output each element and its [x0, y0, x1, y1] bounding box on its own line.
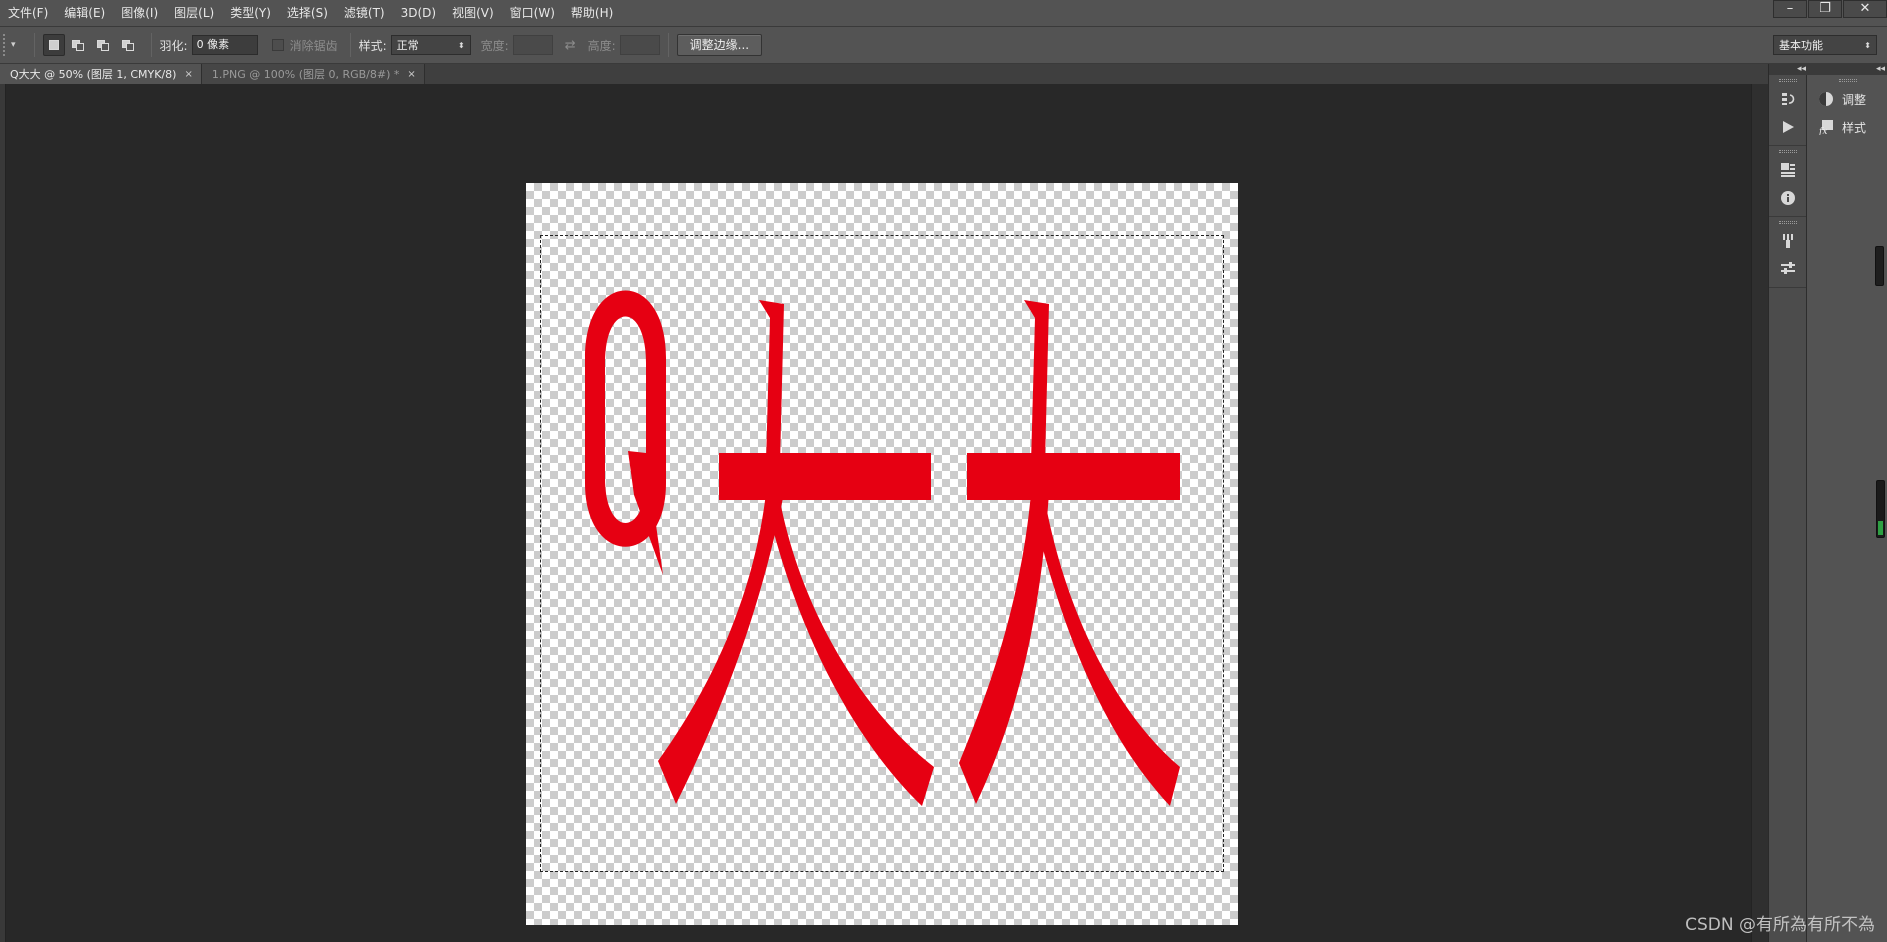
icon-group-tools: [1769, 217, 1806, 288]
marquee-selection[interactable]: [540, 235, 1224, 872]
properties-button[interactable]: [1769, 156, 1807, 184]
menu-file[interactable]: 文件(F): [0, 0, 56, 27]
antialias-label: 消除锯齿: [289, 38, 338, 53]
panel-dock: ◂◂ ◂◂ 调整 fx 样式: [1768, 64, 1887, 942]
subtract-selection-icon: [97, 39, 110, 51]
new-selection-icon: [48, 40, 59, 50]
svg-text:fx: fx: [1818, 127, 1827, 135]
dock-header: ◂◂ ◂◂: [1769, 64, 1887, 75]
menu-image[interactable]: 图像(I): [113, 0, 166, 27]
menu-items: 文件(F) 编辑(E) 图像(I) 图层(L) 类型(Y) 选择(S) 滤镜(T…: [0, 0, 621, 27]
style-label: 样式:: [358, 38, 387, 53]
menu-filter[interactable]: 滤镜(T): [336, 0, 393, 27]
floating-panel-tab[interactable]: [1875, 246, 1884, 286]
panel-adjustments[interactable]: 调整: [1808, 85, 1887, 113]
tab-close-icon[interactable]: ×: [184, 69, 192, 80]
add-selection-icon: [72, 39, 85, 51]
menu-3d[interactable]: 3D(D): [393, 0, 444, 27]
icon-group-history: [1769, 75, 1806, 146]
style-select-value: 正常: [396, 39, 419, 52]
tool-presets-icon: [1781, 262, 1795, 274]
feather-input[interactable]: 0 像素: [191, 35, 258, 55]
watermark-text: CSDN @有所為有所不為: [1685, 915, 1875, 935]
width-label: 宽度:: [480, 38, 509, 53]
select-arrows-icon: ⬍: [457, 40, 465, 50]
tab-q-document[interactable]: Q大大 @ 50% (图层 1, CMYK/8) ×: [0, 64, 202, 84]
menu-view[interactable]: 视图(V): [444, 0, 502, 27]
close-button[interactable]: ✕: [1843, 0, 1887, 18]
workspace-select[interactable]: 基本功能 ⬍: [1773, 35, 1877, 55]
meter-fill: [1878, 521, 1883, 535]
refine-edge-button[interactable]: 调整边缘...: [676, 34, 763, 56]
history-icon: [1782, 93, 1795, 105]
divider: [667, 33, 669, 57]
panel-styles[interactable]: fx 样式: [1808, 113, 1887, 141]
menu-type[interactable]: 类型(Y): [222, 0, 279, 27]
actions-button[interactable]: [1769, 113, 1807, 141]
swap-width-height-icon[interactable]: ⇄: [565, 38, 576, 53]
intersect-selection-button[interactable]: [118, 34, 140, 56]
tab-label: Q大大 @ 50% (图层 1, CMYK/8): [10, 68, 177, 81]
history-button[interactable]: [1769, 85, 1807, 113]
workspace-select-value: 基本功能: [1779, 39, 1823, 52]
panel-styles-label: 样式: [1842, 120, 1867, 135]
divider: [150, 33, 152, 57]
adjustments-icon: [1819, 92, 1833, 106]
tool-preset-chevron-down-icon[interactable]: ▾: [11, 40, 16, 50]
tab-label: 1.PNG @ 100% (图层 0, RGB/8#) *: [211, 68, 400, 81]
document-tab-bar: Q大大 @ 50% (图层 1, CMYK/8) × 1.PNG @ 100% …: [0, 64, 1768, 84]
panel-icon-column: [1769, 75, 1807, 942]
options-bar: ▾ 羽化: 0 像素 消除锯齿 样式: 正常 ⬍ 宽度: ⇄ 高度: 调整边缘.…: [0, 27, 1887, 64]
options-bar-grip[interactable]: [3, 34, 9, 56]
group-grip[interactable]: [1778, 221, 1797, 224]
antialias-checkbox[interactable]: [271, 39, 284, 51]
restore-button[interactable]: ❐: [1808, 0, 1842, 18]
height-input[interactable]: [619, 35, 660, 55]
new-selection-button[interactable]: [42, 34, 65, 56]
canvas-workspace[interactable]: [6, 84, 1751, 942]
menu-help[interactable]: 帮助(H): [563, 0, 621, 27]
menu-bar: 文件(F) 编辑(E) 图像(I) 图层(L) 类型(Y) 选择(S) 滤镜(T…: [0, 0, 1887, 27]
menu-layer[interactable]: 图层(L): [166, 0, 222, 27]
menu-edit[interactable]: 编辑(E): [56, 0, 113, 27]
feather-label: 羽化:: [159, 38, 188, 53]
status-meter: [1876, 480, 1885, 538]
style-select[interactable]: 正常 ⬍: [390, 35, 471, 55]
menu-select[interactable]: 选择(S): [279, 0, 336, 27]
group-grip[interactable]: [1839, 79, 1857, 82]
info-button[interactable]: [1769, 184, 1807, 212]
menu-window[interactable]: 窗口(W): [502, 0, 563, 27]
tab-close-icon[interactable]: ×: [407, 69, 415, 80]
collapse-panels-icon[interactable]: ◂◂: [1876, 64, 1885, 75]
add-to-selection-button[interactable]: [68, 34, 90, 56]
tab-png-document[interactable]: 1.PNG @ 100% (图层 0, RGB/8#) * ×: [201, 64, 425, 84]
info-icon: [1781, 191, 1795, 205]
select-arrows-icon: ⬍: [1864, 40, 1871, 50]
styles-icon: fx: [1818, 120, 1833, 135]
group-grip[interactable]: [1778, 150, 1797, 153]
document-canvas[interactable]: [526, 183, 1238, 925]
subtract-from-selection-button[interactable]: [93, 34, 115, 56]
brush-presets-icon: [1783, 234, 1793, 248]
collapse-icon-column-icon[interactable]: ◂◂: [1797, 64, 1806, 75]
properties-icon: [1781, 163, 1795, 177]
brush-presets-button[interactable]: [1769, 227, 1807, 255]
window-controls: – ❐ ✕: [1772, 0, 1887, 18]
group-grip[interactable]: [1778, 79, 1797, 82]
width-input[interactable]: [512, 35, 553, 55]
tool-presets-button[interactable]: [1769, 255, 1807, 283]
icon-group-info: [1769, 146, 1806, 217]
divider: [33, 33, 35, 57]
divider: [349, 33, 351, 57]
vertical-scrollbar[interactable]: [1751, 84, 1768, 942]
panel-label-column: 调整 fx 样式: [1808, 75, 1887, 141]
intersect-selection-icon: [122, 39, 135, 51]
panel-adjustments-label: 调整: [1842, 92, 1867, 107]
minimize-button[interactable]: –: [1773, 0, 1807, 18]
height-label: 高度:: [587, 38, 616, 53]
play-icon: [1783, 121, 1794, 133]
